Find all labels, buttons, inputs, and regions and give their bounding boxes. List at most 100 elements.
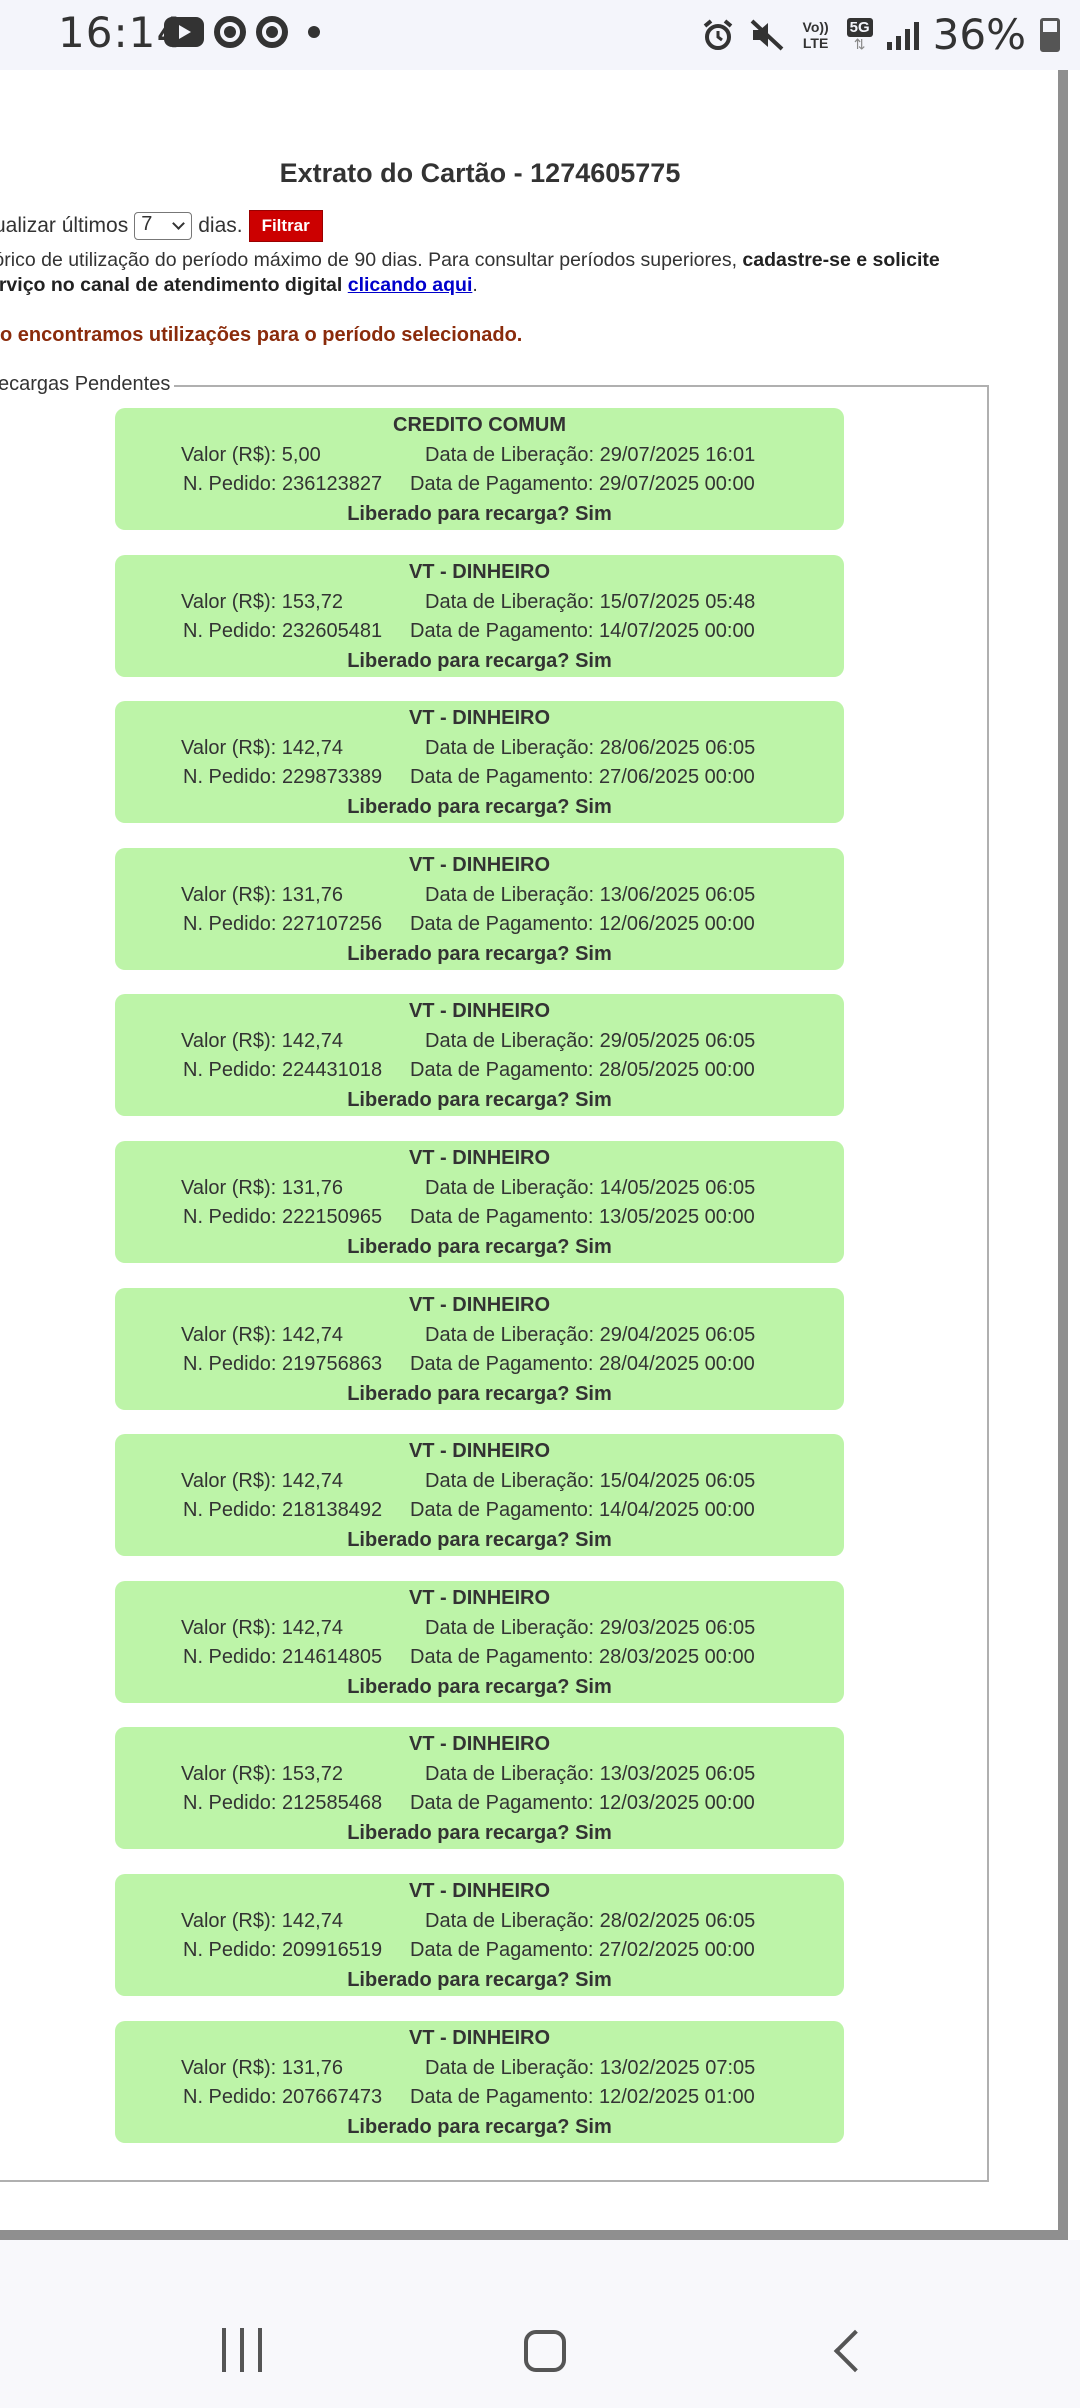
recharge-card: VT - DINHEIRO Valor (R$): 142,74 Data de L… (115, 1434, 844, 1557)
released-status: Liberado para recarga? Sim (347, 1822, 612, 1845)
payment-date: Data de Pagamento: 27/02/2025 00:00 (410, 1938, 755, 1961)
pending-recharges-legend: ecargas Pendentes (0, 373, 175, 396)
empty-usage-message: o encontramos utilizações para o período… (0, 324, 523, 346)
released-status: Liberado para recarga? Sim (347, 649, 612, 672)
filter-suffix-label: dias. (198, 214, 243, 237)
release-date: Data de Liberação: 13/02/2025 07:05 (425, 2056, 756, 2079)
recharge-card: VT - DINHEIRO Valor (R$): 153,72 Data de L… (115, 1727, 844, 1850)
filter-prefix-label: ualizar últimos (0, 214, 129, 237)
filter-button[interactable]: Filtrar (248, 210, 323, 242)
released-status: Liberado para recarga? Sim (347, 1968, 612, 1991)
release-date: Data de Liberação: 14/05/2025 06:05 (425, 1176, 756, 1199)
mute-icon (750, 19, 783, 50)
recharge-card: VT - DINHEIRO Valor (R$): 142,74 Data de L… (115, 701, 844, 824)
order-number: N. Pedido: 227107256 (183, 912, 383, 935)
chrome-icon (256, 16, 288, 48)
status-bar: 16:14 Vo)) LTE 5G ⇅ 36% (0, 0, 1080, 70)
released-status: Liberado para recarga? Sim (347, 503, 612, 525)
order-number: N. Pedido: 236123827 (183, 473, 383, 495)
released-status: Liberado para recarga? Sim (347, 1382, 612, 1405)
network-5g-icon: 5G ⇅ (846, 18, 873, 51)
page-frame-bottom (0, 2230, 1068, 2240)
recharge-card: VT - DINHEIRO Valor (R$): 153,72 Data de L… (115, 554, 844, 677)
recharge-type: VT - DINHEIRO (408, 1146, 551, 1169)
recharge-value: Valor (R$): 131,76 (181, 1176, 343, 1199)
release-date: Data de Liberação: 28/02/2025 06:05 (425, 1909, 756, 1932)
back-button[interactable] (833, 2329, 877, 2373)
released-status: Liberado para recarga? Sim (347, 1235, 612, 1258)
release-date: Data de Liberação: 29/07/2025 16:01 (425, 444, 756, 466)
order-number: N. Pedido: 229873389 (183, 766, 383, 789)
navigation-bar (0, 2300, 1080, 2408)
days-select-value: 7 (141, 213, 153, 235)
payment-date: Data de Pagamento: 28/05/2025 00:00 (410, 1059, 755, 1082)
release-date: Data de Liberação: 13/03/2025 06:05 (425, 1763, 756, 1786)
recharge-card: VT - DINHEIRO Valor (R$): 142,74 Data de L… (115, 1873, 844, 1996)
released-status: Liberado para recarga? Sim (347, 2115, 612, 2138)
released-status: Liberado para recarga? Sim (347, 1675, 612, 1698)
volte-icon: Vo)) LTE (802, 18, 829, 51)
order-number: N. Pedido: 212585468 (183, 1792, 383, 1815)
youtube-icon (164, 17, 204, 47)
order-number: N. Pedido: 214614805 (183, 1645, 383, 1668)
recharge-value: Valor (R$): 142,74 (181, 1470, 343, 1493)
recharge-type: VT - DINHEIRO (408, 707, 551, 730)
page-frame-right (1058, 70, 1068, 2240)
chevron-down-icon (172, 217, 186, 230)
recharge-type: VT - DINHEIRO (408, 853, 551, 876)
more-notifications-dot-icon (308, 26, 320, 38)
payment-date: Data de Pagamento: 14/04/2025 00:00 (410, 1499, 755, 1522)
recharge-value: Valor (R$): 131,76 (181, 2056, 343, 2079)
released-status: Liberado para recarga? Sim (347, 796, 612, 819)
release-date: Data de Liberação: 15/04/2025 06:05 (425, 1470, 756, 1493)
recharge-type: CREDITO COMUM (393, 414, 566, 436)
recharge-type: VT - DINHEIRO (408, 1586, 551, 1609)
payment-date: Data de Pagamento: 28/03/2025 00:00 (410, 1645, 755, 1668)
recharge-type: VT - DINHEIRO (408, 1733, 551, 1756)
recharge-value: Valor (R$): 5,00 (181, 444, 321, 466)
recharge-value: Valor (R$): 142,74 (181, 1030, 343, 1053)
recent-apps-button[interactable] (222, 2328, 262, 2372)
release-date: Data de Liberação: 29/05/2025 06:05 (425, 1030, 756, 1053)
filter-row: ualizar últimos 7 dias. Filtrar (0, 210, 323, 242)
payment-date: Data de Pagamento: 12/06/2025 00:00 (410, 912, 755, 935)
order-number: N. Pedido: 222150965 (183, 1205, 383, 1228)
recharge-value: Valor (R$): 142,74 (181, 737, 343, 760)
recharge-card: VT - DINHEIRO Valor (R$): 131,76 Data de L… (115, 2020, 844, 2143)
battery-icon (1040, 17, 1060, 52)
recharge-type: VT - DINHEIRO (408, 1000, 551, 1023)
payment-date: Data de Pagamento: 12/03/2025 00:00 (410, 1792, 755, 1815)
recharge-value: Valor (R$): 153,72 (181, 590, 343, 613)
recharge-type: VT - DINHEIRO (408, 560, 551, 583)
release-date: Data de Liberação: 15/07/2025 05:48 (425, 590, 756, 613)
recharge-card: VT - DINHEIRO Valor (R$): 131,76 Data de L… (115, 847, 844, 970)
payment-date: Data de Pagamento: 27/06/2025 00:00 (410, 766, 755, 789)
released-status: Liberado para recarga? Sim (347, 1529, 612, 1552)
recharge-value: Valor (R$): 153,72 (181, 1763, 343, 1786)
web-page: Extrato do Cartão - 1274605775 ualizar ú… (0, 70, 1058, 2230)
released-status: Liberado para recarga? Sim (347, 942, 612, 965)
recharge-card: VT - DINHEIRO Valor (R$): 131,76 Data de L… (115, 1140, 844, 1263)
payment-date: Data de Pagamento: 12/02/2025 01:00 (410, 2085, 755, 2108)
chrome-icon (214, 16, 246, 48)
release-date: Data de Liberação: 29/03/2025 06:05 (425, 1616, 756, 1639)
recharge-value: Valor (R$): 142,74 (181, 1909, 343, 1932)
order-number: N. Pedido: 218138492 (183, 1499, 383, 1522)
alarm-icon (703, 18, 732, 50)
payment-date: Data de Pagamento: 14/07/2025 00:00 (410, 619, 755, 642)
payment-date: Data de Pagamento: 13/05/2025 00:00 (410, 1205, 755, 1228)
days-select[interactable]: 7 (134, 212, 193, 240)
release-date: Data de Liberação: 28/06/2025 06:05 (425, 737, 756, 760)
order-number: N. Pedido: 224431018 (183, 1059, 383, 1082)
release-date: Data de Liberação: 13/06/2025 06:05 (425, 883, 756, 906)
payment-date: Data de Pagamento: 28/04/2025 00:00 (410, 1352, 755, 1375)
recharge-type: VT - DINHEIRO (408, 1440, 551, 1463)
released-status: Liberado para recarga? Sim (347, 1089, 612, 1112)
notification-icons (164, 16, 320, 48)
recharge-card: VT - DINHEIRO Valor (R$): 142,74 Data de L… (115, 1580, 844, 1703)
home-button[interactable] (524, 2330, 566, 2372)
recharge-list: CREDITO COMUM Valor (R$): 5,00 Data de Lib… (115, 408, 844, 2167)
click-here-link[interactable]: clicando aqui (348, 274, 473, 296)
order-number: N. Pedido: 219756863 (183, 1352, 383, 1375)
release-date: Data de Liberação: 29/04/2025 06:05 (425, 1323, 756, 1346)
